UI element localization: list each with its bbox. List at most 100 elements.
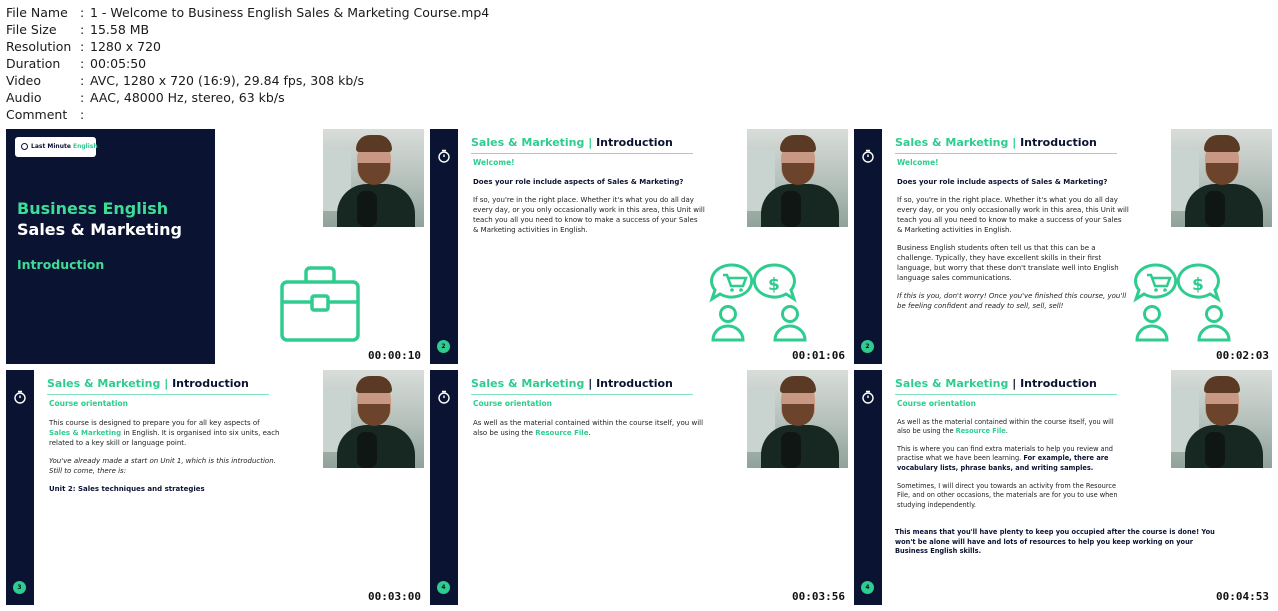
slide-sidebar: 2 [854, 129, 882, 364]
header-topic: Sales & Marketing | [895, 136, 1017, 149]
svg-text:$: $ [1192, 275, 1204, 295]
header-divider [471, 394, 693, 395]
slide-paragraph: This is where you can find extra materia… [897, 445, 1119, 474]
slide-header: Sales & Marketing | Introduction [895, 377, 1097, 390]
logo-text-accent: English [73, 143, 98, 150]
video-thumbnail[interactable]: 4 Sales & Marketing | Introduction Cours… [430, 370, 848, 605]
info-key: Audio [6, 90, 42, 105]
webcam-presenter [323, 370, 424, 468]
info-value: AAC, 48000 Hz, stereo, 63 kb/s [90, 90, 285, 105]
webcam-presenter [1171, 129, 1272, 227]
header-section: Introduction [172, 377, 249, 390]
info-key: Video [6, 73, 42, 88]
slide-sidebar: 3 [6, 370, 34, 605]
slide-body: Course orientation This course is design… [49, 399, 281, 502]
slide-body: Course orientation As well as the materi… [897, 399, 1119, 518]
info-row-video: Video: AVC, 1280 x 720 (16:9), 29.84 fps,… [6, 72, 489, 89]
thumbnail-timestamp: 00:01:06 [792, 349, 845, 362]
slide-paragraph: Business English students often tell us … [897, 244, 1119, 282]
webcam-presenter [747, 370, 848, 468]
info-key: Resolution [6, 39, 72, 54]
slide-body: Welcome! Does your role include aspects … [473, 158, 705, 243]
slide-sidebar: 2 [430, 129, 458, 364]
info-value: 1280 x 720 [90, 39, 162, 54]
thumbnail-timestamp: 00:03:00 [368, 590, 421, 603]
video-thumbnail[interactable]: 4 Sales & Marketing | Introduction Cours… [854, 370, 1272, 605]
slide-subtitle: Introduction [17, 257, 105, 272]
media-info-panel: File Name:1 - Welcome to Business Englis… [6, 4, 489, 123]
info-row-duration: Duration:00:05:50 [6, 55, 489, 72]
stopwatch-icon [438, 390, 450, 404]
stopwatch-icon [862, 390, 874, 404]
slide-title-line1: Business English [17, 199, 169, 218]
stopwatch-icon [438, 149, 450, 163]
info-key: Duration [6, 56, 61, 71]
info-row-audio: Audio: AAC, 48000 Hz, stereo, 63 kb/s [6, 89, 489, 106]
stopwatch-icon [862, 149, 874, 163]
info-row-resolution: Resolution:1280 x 720 [6, 38, 489, 55]
slide-number-badge: 2 [437, 340, 450, 353]
info-key: File Size [6, 22, 57, 37]
info-value: 1 - Welcome to Business English Sales & … [90, 5, 490, 20]
header-topic: Sales & Marketing [895, 377, 1009, 390]
header-section: | Introduction [588, 377, 673, 390]
sales-chat-people-icon: $ [709, 263, 807, 342]
slide-header: Sales & Marketing | Introduction [47, 377, 249, 390]
webcam-presenter [323, 129, 424, 227]
brand-logo: Last Minute English [15, 137, 98, 157]
slide-paragraph: If this is you, don't worry! Once you've… [897, 292, 1127, 310]
thumbnail-timestamp: 00:00:10 [368, 349, 421, 362]
slide-paragraph: As well as the material contained within… [897, 418, 1119, 437]
header-divider [895, 394, 1117, 395]
header-topic: Sales & Marketing [471, 377, 585, 390]
slide-paragraph: As well as the material contained within… [473, 418, 705, 438]
slide-paragraph-bold: This means that you'll have plenty to ke… [895, 528, 1215, 556]
text-run: This course is designed to prepare you f… [49, 419, 260, 427]
briefcase-icon [280, 266, 360, 342]
slide-paragraph: If so, you're in the right place. Whethe… [473, 196, 705, 234]
video-thumbnail[interactable]: 2 Sales & Marketing | Introduction Welco… [430, 129, 848, 364]
header-divider [471, 153, 693, 154]
thumbnail-timestamp: 00:03:56 [792, 590, 845, 603]
slide-title-line2: Sales & Marketing [17, 220, 182, 239]
info-value: 15.58 MB [90, 22, 150, 37]
slide-heading: Welcome! [473, 158, 515, 167]
sales-chat-people-icon: $ [1133, 263, 1231, 342]
slide-sidebar: 4 [430, 370, 458, 605]
info-colon: : [80, 5, 85, 20]
slide-paragraph: If so, you're in the right place. Whethe… [897, 196, 1129, 234]
video-thumbnail[interactable]: 3 Sales & Marketing | Introduction Cours… [6, 370, 424, 605]
thumbnail-timestamp: 00:04:53 [1216, 590, 1269, 603]
slide-heading: Course orientation [897, 399, 976, 408]
webcam-presenter [747, 129, 848, 227]
slide-heading: Welcome! [897, 158, 939, 167]
info-colon: : [80, 90, 85, 105]
info-colon: : [80, 39, 85, 54]
slide-header: Sales & Marketing | Introduction [895, 136, 1097, 149]
slide-paragraph: Sometimes, I will direct you towards an … [897, 481, 1118, 509]
info-colon: : [80, 56, 85, 71]
highlighted-term: Resource File [535, 429, 589, 437]
info-row-file-size: File Size:15.58 MB [6, 21, 489, 38]
stopwatch-icon [14, 390, 26, 404]
info-key: Comment [6, 107, 68, 122]
logo-text: Last Minute [31, 143, 71, 150]
slide-number-badge: 4 [437, 581, 450, 594]
header-section: Introduction [1020, 136, 1097, 149]
title-panel: Last Minute English Business English Sal… [6, 129, 215, 364]
slide-sidebar: 4 [854, 370, 882, 605]
video-thumbnail[interactable]: Last Minute English Business English Sal… [6, 129, 424, 364]
info-value: AVC, 1280 x 720 (16:9), 29.84 fps, 308 k… [90, 73, 365, 88]
info-colon: : [80, 73, 85, 88]
slide-number-badge: 4 [861, 581, 874, 594]
header-section: | Introduction [1012, 377, 1097, 390]
slide-heading: Course orientation [49, 399, 128, 408]
slide-paragraph: Unit 2: Sales techniques and strategies [49, 485, 205, 493]
text-run: . [1005, 427, 1008, 436]
header-divider [47, 394, 269, 395]
highlighted-term: Resource File [955, 427, 1006, 436]
header-divider [895, 153, 1117, 154]
info-value: 00:05:50 [90, 56, 147, 71]
header-section: Introduction [596, 136, 673, 149]
video-thumbnail[interactable]: 2 Sales & Marketing | Introduction Welco… [854, 129, 1272, 364]
